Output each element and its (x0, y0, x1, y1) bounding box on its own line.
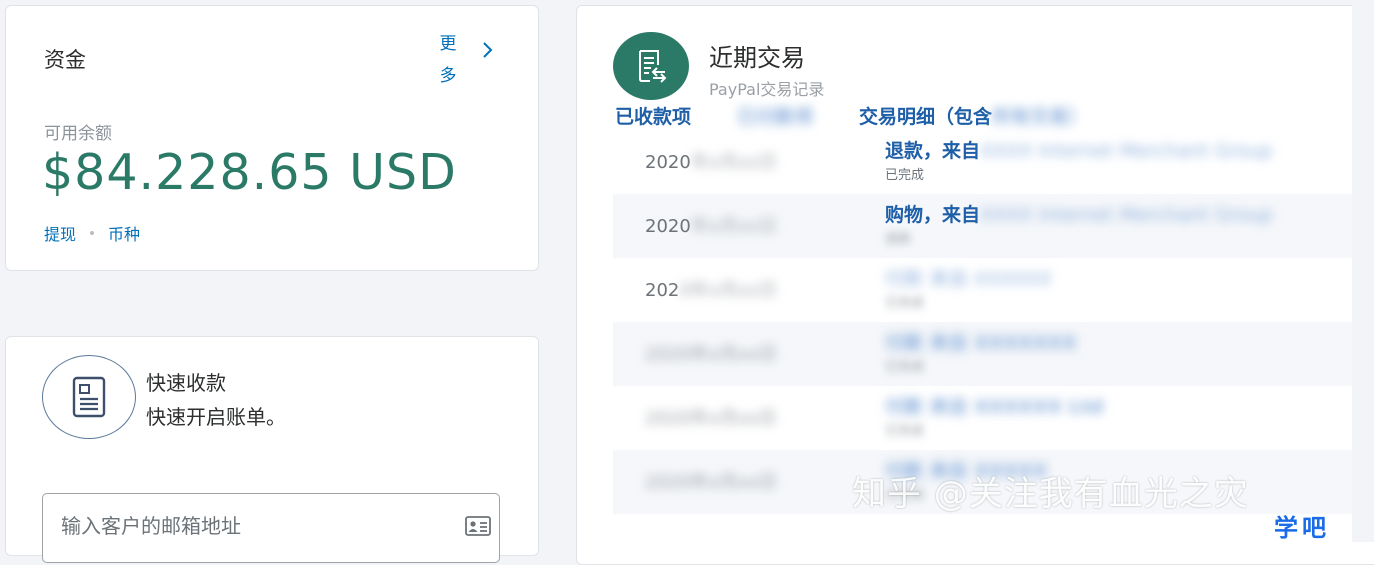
transaction-desc-blurred: 付款 (885, 268, 924, 290)
transaction-date-blurred: 年x月xx日 (690, 152, 777, 173)
transaction-row[interactable]: 2020年x月xx日 付款 来自 XXXXXXX 已完成 (613, 322, 1353, 386)
transaction-status: 已完成 (885, 168, 925, 183)
transaction-description: 付款 来自 XXXXXXX (885, 332, 1077, 354)
transaction-date-blurred: 0年x月xx日 (679, 280, 777, 301)
chevron-right-icon[interactable] (480, 40, 494, 60)
transaction-row[interactable]: 2020年x月xx日 退款，来自XXXX Internet Merchant G… (613, 130, 1353, 194)
watermark-logo-text: 学吧 (1274, 514, 1330, 542)
transactions-title: 近期交易 (709, 44, 805, 72)
funds-card: 资金 更多 可用余额 $84.228.65 USD 提现 币种 (5, 5, 539, 271)
document-arrow-icon (613, 32, 689, 100)
transaction-status: 已完成 (885, 360, 925, 375)
transaction-row[interactable]: 2020年x月xx日 付款 来自 XXXXXX 已完成 (613, 258, 1353, 322)
transaction-desc-visible: 购物，来自 (885, 204, 981, 226)
quick-collect-card: 快速收款 快速开启账单。 (5, 336, 539, 563)
separator-dot (90, 231, 95, 235)
transaction-date: 2020年x月xx日 (645, 344, 777, 365)
transaction-row[interactable]: 2020年x月xx日 付款 来自 XXXXXX Ltd 已完成 (613, 386, 1353, 450)
funds-more-link[interactable]: 更多 (436, 28, 460, 92)
transaction-description: 退款，来自XXXX Internet Merchant Group (885, 136, 1273, 163)
tab-details[interactable]: 交易明细（包含所有交易） (859, 102, 1087, 129)
transaction-date: 2020年x月xx日 (645, 472, 777, 493)
transaction-date-visible: 202 (645, 280, 680, 301)
watermark-text: 知乎 @关注我有血光之灾 (852, 474, 1249, 514)
customer-email-input[interactable] (43, 494, 463, 558)
transaction-row[interactable]: 2020年x月xx日 购物，来自XXXX Internet Merchant G… (613, 194, 1353, 258)
transaction-date: 2020年x月xx日 (645, 212, 777, 238)
transaction-description: 付款 来自 XXXXXX Ltd (885, 396, 1104, 418)
funds-actions: 提现 币种 (44, 221, 140, 245)
currency-link[interactable]: 币种 (108, 221, 140, 245)
quick-collect-description: 快速开启账单。 (146, 405, 286, 429)
transaction-description: 购物，来自XXXX Internet Merchant Group (885, 200, 1273, 227)
transaction-date-blurred: 年x月xx日 (690, 216, 777, 237)
transaction-desc-visible: 退款，来自 (885, 140, 981, 162)
transaction-date-visible: 2020 (645, 216, 691, 237)
page-edge (1352, 0, 1374, 542)
transaction-date: 2020年x月xx日 (645, 148, 777, 174)
tab-received[interactable]: 已收款项 (615, 102, 691, 129)
transactions-subtitle: PayPal交易记录 (709, 80, 825, 99)
transaction-description: 付款 来自 XXXXXX (885, 264, 1052, 291)
balance-amount: $84.228.65 USD (42, 144, 457, 201)
tab-sent[interactable]: 已付款项 (737, 102, 813, 129)
transaction-status: 退款 (885, 232, 912, 247)
withdraw-link[interactable]: 提现 (44, 221, 76, 245)
available-balance-label: 可用余额 (44, 124, 112, 144)
transaction-date-visible: 2020 (645, 152, 691, 173)
tab-details-label: 交易明细（包含 (859, 106, 993, 128)
funds-title: 资金 (44, 48, 86, 72)
tab-details-blurred: 所有交易） (992, 106, 1088, 128)
invoice-icon (42, 355, 136, 439)
contact-card-icon (465, 516, 491, 536)
transaction-status: 已完成 (885, 424, 925, 439)
transaction-status: 已完成 (885, 296, 925, 311)
transaction-desc-blurred: XXXX Internet Merchant Group (980, 204, 1273, 226)
email-field-container (42, 493, 500, 563)
quick-collect-title: 快速收款 (146, 371, 226, 395)
transaction-desc-blurred: XXXX Internet Merchant Group (980, 140, 1273, 162)
transaction-date: 2020年x月xx日 (645, 276, 777, 302)
transaction-date: 2020年x月xx日 (645, 408, 777, 429)
transaction-desc-blurred: 来自 XXXXXX (929, 268, 1052, 290)
